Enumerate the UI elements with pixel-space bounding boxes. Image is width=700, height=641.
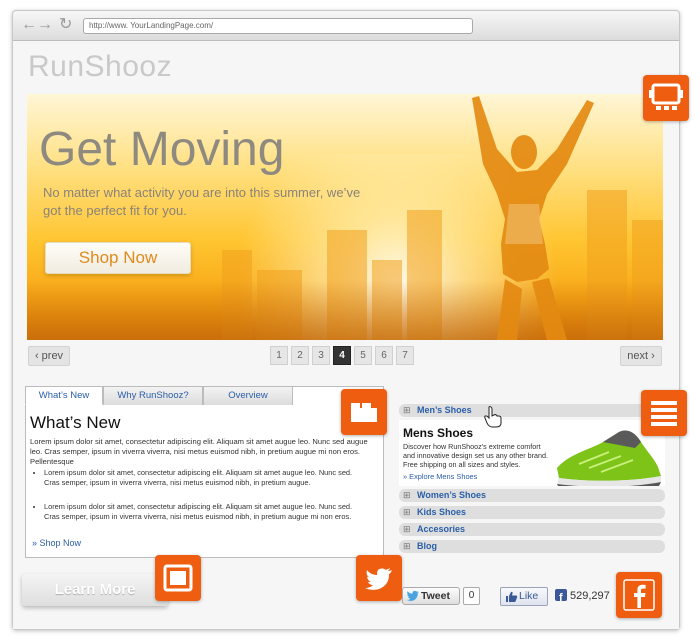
accordion-heading: Mens Shoes [403,426,474,440]
hero-banner: Get Moving No matter what activity you a… [27,94,663,340]
tab-why-runshooz[interactable]: Why RunShooz? [103,386,203,405]
hand-cursor-icon [484,406,502,428]
prev-slide-button[interactable]: ‹ prev [28,346,70,366]
twitter-bird-icon [406,590,419,601]
accordion-label: Women’s Shoes [417,490,487,500]
list-item: Lorem ipsum dolor sit amet, consectetur … [44,468,364,488]
accordion-label: Accesories [417,524,466,534]
accordion-item-accessories[interactable]: ⊞ Accesories [399,523,665,536]
tab-overview[interactable]: Overview [203,386,293,405]
expand-icon: ⊞ [403,507,411,517]
expand-icon: ⊞ [403,541,411,551]
accordion-item-blog[interactable]: ⊞ Blog [399,540,665,553]
accordion-icon [641,390,687,436]
back-icon[interactable]: ← [21,16,37,34]
shop-now-button[interactable]: Shop Now [45,242,191,274]
tab-bullet-list: Lorem ipsum dolor sit amet, consectetur … [44,468,364,536]
accordion-label: Men’s Shoes [417,405,472,415]
learn-more-button[interactable]: Learn More [22,574,168,606]
forward-icon[interactable]: → [37,16,53,34]
accordion-text: Discover how RunShooz’s extreme comfort … [403,442,549,469]
browser-toolbar: ← → ↻ http://www. YourLandingPage.com/ [13,11,679,41]
like-button[interactable]: Like [500,587,548,606]
tweet-button[interactable]: Tweet [402,587,460,605]
expand-icon: ⊞ [403,405,411,415]
hero-subtitle: No matter what activity you are into thi… [43,185,361,218]
tab-shop-now-link[interactable]: » Shop Now [32,538,81,548]
tab-whats-new[interactable]: What’s New [25,386,103,405]
slideshow-icon [643,75,689,121]
page-button[interactable]: 7 [396,346,414,365]
page-button[interactable]: 1 [270,346,288,365]
button-icon [155,555,201,601]
page-button-active[interactable]: 4 [333,346,351,365]
accordion-label: Blog [417,541,437,551]
tab-heading: What’s New [30,413,121,432]
next-slide-button[interactable]: next › [620,346,662,366]
page-button[interactable]: 2 [291,346,309,365]
tweet-label: Tweet [421,590,450,602]
tweet-count: 0 [463,587,480,605]
tabs-icon [341,389,387,435]
hero-title: Get Moving [39,123,285,176]
facebook-like-count: 529,297 [570,590,610,602]
reload-icon[interactable]: ↻ [59,16,72,34]
page-button[interactable]: 3 [312,346,330,365]
like-label: Like [519,590,539,602]
twitter-icon [356,555,402,601]
accordion-item-mens[interactable]: ⊞ Men’s Shoes [399,404,665,417]
list-item: Lorem ipsum dolor sit amet, consectetur … [44,502,364,522]
accordion-label: Kids Shoes [417,507,467,517]
expand-icon: ⊞ [403,490,411,500]
page-button[interactable]: 5 [354,346,372,365]
expand-icon: ⊞ [403,524,411,534]
accordion-item-kids[interactable]: ⊞ Kids Shoes [399,506,665,519]
tab-intro-text: Lorem ipsum dolor sit amet, consectetur … [30,437,368,466]
accordion-item-womens[interactable]: ⊞ Women’s Shoes [399,489,665,502]
slide-pagination: 1 2 3 4 5 6 7 [270,346,414,365]
facebook-icon [616,572,662,618]
explore-mens-link[interactable]: » Explore Mens Shoes [403,472,477,481]
page-button[interactable]: 6 [375,346,393,365]
address-bar[interactable]: http://www. YourLandingPage.com/ [83,18,473,34]
tab-bar: What’s New Why RunShooz? Overview [25,386,293,405]
thumbs-up-icon [506,591,518,602]
site-logo[interactable]: RunShooz [28,50,172,84]
